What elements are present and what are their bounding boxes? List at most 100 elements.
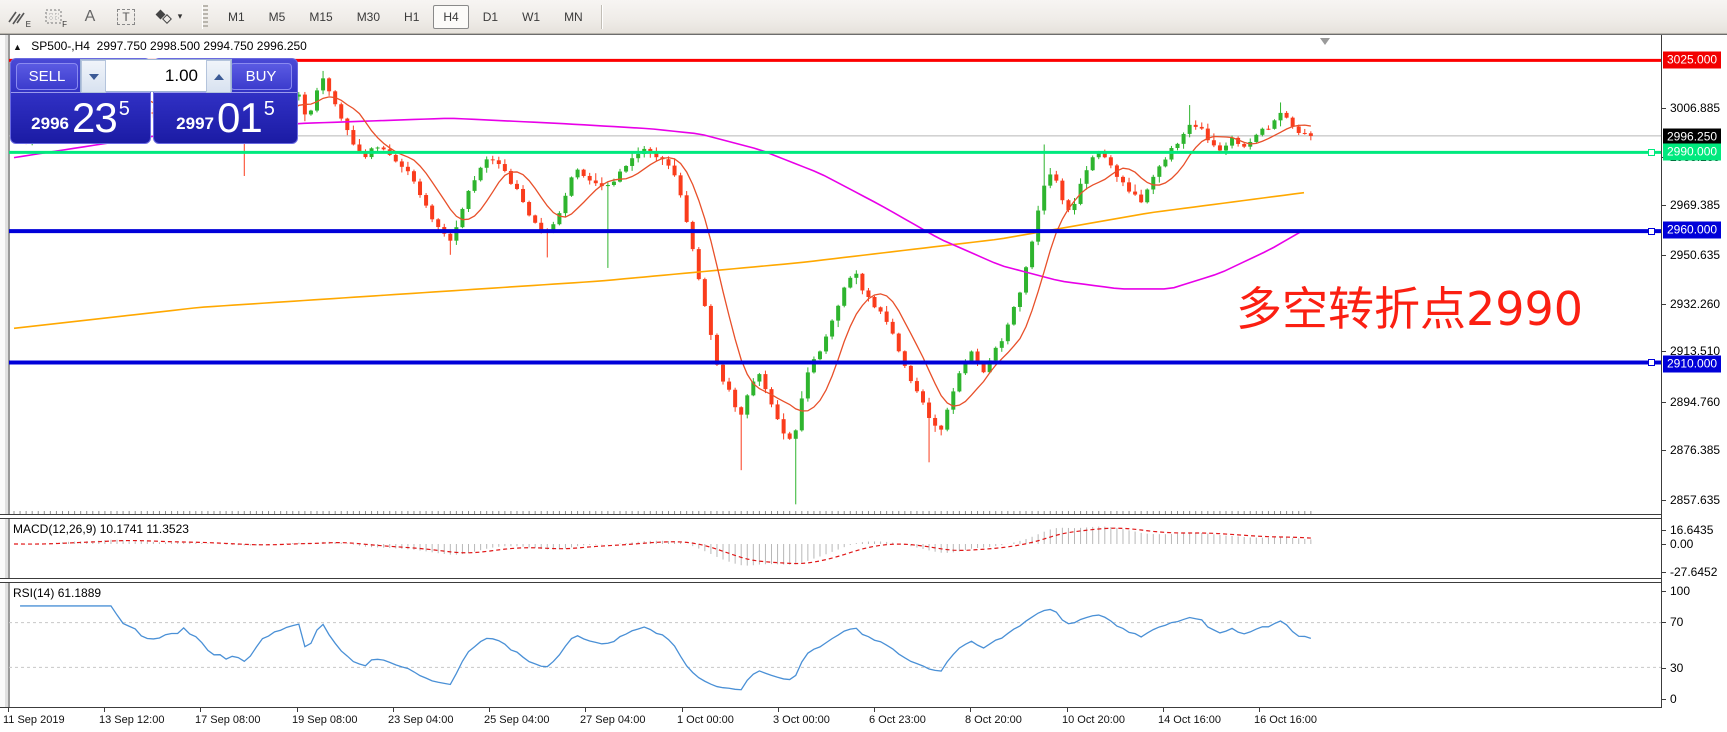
date-tick-mark [682, 708, 683, 712]
price-tick-mark [1662, 304, 1666, 305]
date-tick-label: 23 Sep 04:00 [388, 714, 453, 726]
chevron-down-icon [89, 74, 99, 80]
date-tick-label: 16 Oct 16:00 [1254, 714, 1317, 726]
date-tick-mark [585, 708, 586, 712]
trendline-handle[interactable] [1648, 228, 1655, 235]
rsi-name: RSI(14) [13, 586, 54, 600]
grid-icon[interactable]: F [39, 4, 69, 30]
icon-sub-label: F [62, 20, 67, 29]
macd-values: 10.1741 11.3523 [100, 522, 189, 536]
chevron-up-icon [214, 74, 224, 80]
chart-window: ▲ SP500-,H4 2997.750 2998.500 2994.750 2… [0, 34, 1727, 732]
price-tick-mark [1662, 255, 1666, 256]
date-tick-mark [1163, 708, 1164, 712]
price-tick-mark [1662, 108, 1666, 109]
date-tick-mark [489, 708, 490, 712]
indicator-tick-mark [1662, 622, 1666, 623]
sell-price-prefix: 2996 [31, 114, 69, 134]
indicator-tick-label: 0.00 [1670, 537, 1693, 551]
date-tick-label: 27 Sep 04:00 [580, 714, 645, 726]
objects-dropdown-icon[interactable]: ▾ [147, 4, 189, 30]
timeframe-button-m30[interactable]: M30 [347, 5, 390, 29]
price-tick-mark [1662, 402, 1666, 403]
toolbar-separator [601, 5, 603, 29]
price-tick-label: 2932.260 [1670, 297, 1720, 311]
price-tick-label: 2876.385 [1670, 443, 1720, 457]
indicator-tick-mark [1662, 544, 1666, 545]
symbol-timeframe: SP500-,H4 [31, 39, 90, 53]
timeframe-button-d1[interactable]: D1 [473, 5, 508, 29]
timeframe-button-w1[interactable]: W1 [512, 5, 550, 29]
indicator-tick-label: 16.6435 [1670, 523, 1713, 537]
toolbar-grip[interactable] [202, 5, 208, 29]
terminal-window: E F A T ▾ M1M5M15M30H1H4D1W1MN [0, 0, 1727, 732]
timeframe-button-mn[interactable]: MN [554, 5, 593, 29]
date-tick-label: 17 Sep 08:00 [195, 714, 260, 726]
price-level-badge: 2910.000 [1663, 356, 1721, 373]
chart-title: ▲ SP500-,H4 2997.750 2998.500 2994.750 2… [13, 39, 307, 53]
timeframe-button-m1[interactable]: M1 [218, 5, 255, 29]
sell-price-pip: 5 [119, 98, 130, 121]
price-tick-label: 2969.385 [1670, 198, 1720, 212]
pane-separator[interactable] [0, 578, 1727, 583]
price-axis[interactable]: 3006.8852988.1352969.3852950.6352932.260… [1661, 35, 1727, 732]
timeframe-button-h4[interactable]: H4 [433, 5, 468, 29]
date-tick-mark [778, 708, 779, 712]
toolbar: E F A T ▾ M1M5M15M30H1H4D1W1MN [0, 0, 1727, 34]
rsi-value: 61.1889 [58, 586, 101, 600]
collapse-arrow-icon[interactable]: ▲ [13, 42, 22, 52]
date-tick-label: 14 Oct 16:00 [1158, 714, 1221, 726]
price-tick-mark [1662, 500, 1666, 501]
date-tick-mark [297, 708, 298, 712]
date-tick-mark [1259, 708, 1260, 712]
date-tick-mark [200, 708, 201, 712]
date-tick-label: 3 Oct 00:00 [773, 714, 830, 726]
text-label-icon[interactable]: A [75, 4, 105, 30]
date-tick-mark [970, 708, 971, 712]
timeframe-button-h1[interactable]: H1 [394, 5, 429, 29]
trendline-handle[interactable] [1648, 359, 1655, 366]
price-tick-mark [1662, 450, 1666, 451]
volume-input[interactable]: 1.00 [106, 60, 206, 91]
icon-sub-label: E [26, 20, 31, 29]
date-tick-label: 1 Oct 00:00 [677, 714, 734, 726]
ohlc-readout: 2997.750 2998.500 2994.750 2996.250 [97, 39, 307, 53]
one-click-trading-panel: SELL 2996 23 5 BUY 2997 01 5 [10, 58, 296, 142]
indicator-tick-mark [1662, 530, 1666, 531]
date-tick-mark [8, 708, 9, 712]
date-tick-label: 6 Oct 23:00 [869, 714, 926, 726]
indicator-tick-label: 30 [1670, 661, 1683, 675]
expert-chart-icon[interactable]: E [3, 4, 33, 30]
date-tick-label: 13 Sep 12:00 [99, 714, 164, 726]
textbox-icon[interactable]: T [111, 4, 141, 30]
buy-price-pip: 5 [264, 98, 275, 121]
pane-separator[interactable] [0, 514, 1727, 519]
buy-button[interactable]: BUY [230, 63, 292, 90]
indicator-tick-label: 100 [1670, 584, 1690, 598]
date-axis[interactable]: 11 Sep 201913 Sep 12:0017 Sep 08:0019 Se… [0, 708, 1727, 732]
date-tick-label: 19 Sep 08:00 [292, 714, 357, 726]
chart-shift-marker[interactable] [1320, 38, 1330, 45]
rsi-pane-canvas[interactable] [0, 582, 1661, 706]
indicator-tick-label: 70 [1670, 615, 1683, 629]
sell-price-big: 23 [72, 94, 117, 142]
date-tick-label: 10 Oct 20:00 [1062, 714, 1125, 726]
indicator-tick-label: -27.6452 [1670, 565, 1717, 579]
trendline-handle[interactable] [1648, 149, 1655, 156]
volume-decrease-button[interactable] [81, 60, 106, 93]
volume-increase-button[interactable] [206, 60, 231, 93]
macd-pane-canvas[interactable] [0, 519, 1661, 578]
price-tick-label: 2857.635 [1670, 493, 1720, 507]
timeframe-button-m15[interactable]: M15 [299, 5, 342, 29]
buy-price-big: 01 [217, 94, 262, 142]
date-tick-mark [1067, 708, 1068, 712]
timeframe-button-m5[interactable]: M5 [259, 5, 296, 29]
price-tick-label: 2894.760 [1670, 395, 1720, 409]
macd-name: MACD(12,26,9) [13, 522, 96, 536]
date-tick-label: 8 Oct 20:00 [965, 714, 1022, 726]
price-tick-label: 3006.885 [1670, 101, 1720, 115]
sell-button[interactable]: SELL [16, 63, 78, 90]
indicator-tick-label: 0 [1670, 692, 1677, 706]
buy-price-prefix: 2997 [176, 114, 214, 134]
price-tick-mark [1662, 351, 1666, 352]
